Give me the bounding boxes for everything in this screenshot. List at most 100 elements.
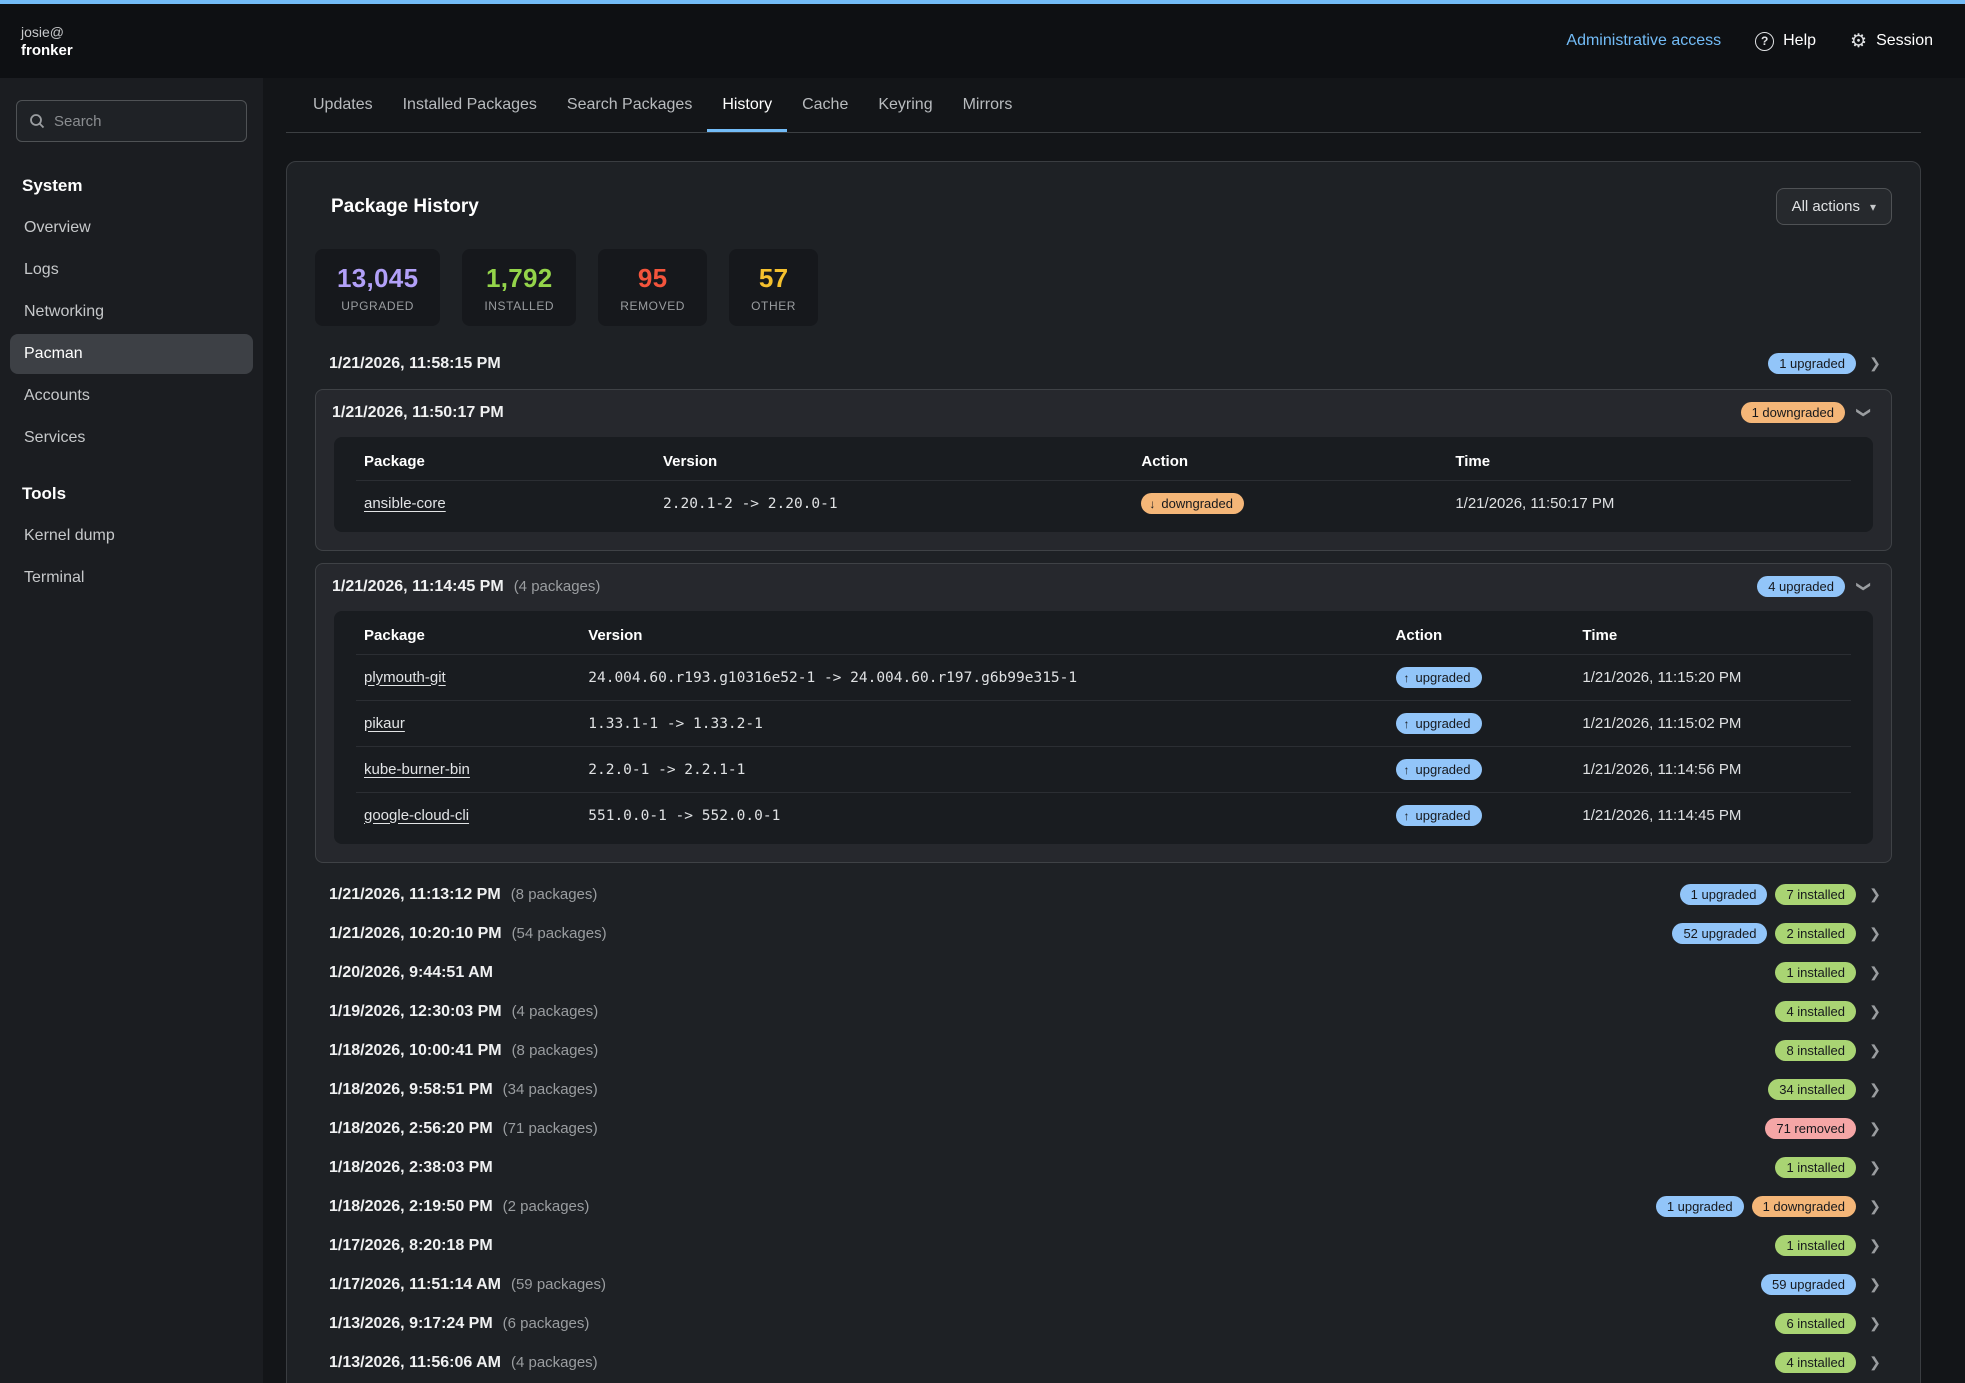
entry-right-group: 59 upgraded ❯: [1761, 1274, 1884, 1295]
history-entry-row[interactable]: 1/18/2026, 2:19:50 PM (2 packages) 1 upg…: [315, 1187, 1892, 1226]
tab-search-packages[interactable]: Search Packages: [552, 78, 707, 132]
history-entry-row[interactable]: 1/19/2026, 12:30:03 PM (4 packages) 4 in…: [315, 992, 1892, 1031]
sidebar-section: System Overview Logs Networking Pacman A…: [0, 164, 263, 458]
history-entry[interactable]: 1/13/2026, 11:56:06 AM (4 packages) 4 in…: [315, 1343, 1892, 1382]
history-entry-row[interactable]: 1/13/2026, 9:17:24 PM (6 packages) 6 ins…: [315, 1304, 1892, 1343]
history-entry[interactable]: 1/21/2026, 11:50:17 PM 1 downgraded ❯ Pa…: [315, 389, 1892, 551]
time-cell: 1/21/2026, 11:15:20 PM: [1574, 655, 1851, 701]
sidebar-item-terminal[interactable]: Terminal: [10, 558, 253, 598]
entry-right-group: 52 upgraded2 installed ❯: [1672, 923, 1884, 944]
main-area: Updates Installed Packages Search Packag…: [263, 78, 1965, 1383]
administrative-access-link[interactable]: Administrative access: [1566, 32, 1721, 50]
sidebar-item-accounts[interactable]: Accounts: [10, 376, 253, 416]
history-entry-row[interactable]: 1/17/2026, 8:20:18 PM 1 installed ❯: [315, 1226, 1892, 1265]
host-switcher[interactable]: josie@ fronker: [21, 24, 73, 59]
package-row: ansible-core2.20.1-2 -> 2.20.0-1↓downgra…: [356, 481, 1851, 527]
entry-package-count: (4 packages): [512, 1003, 599, 1020]
chevron-right-icon[interactable]: ❯: [1866, 1159, 1884, 1176]
action-badge-downgraded: ↓downgraded: [1141, 493, 1244, 514]
history-entry-row[interactable]: 1/17/2026, 11:51:14 AM (59 packages) 59 …: [315, 1265, 1892, 1304]
history-entry-row[interactable]: 1/13/2026, 11:56:06 AM (4 packages) 4 in…: [315, 1343, 1892, 1382]
entry-right-group: 4 upgraded ❯: [1757, 576, 1873, 597]
tab-updates[interactable]: Updates: [298, 78, 388, 132]
sidebar-item-services[interactable]: Services: [10, 418, 253, 458]
sidebar-item-label: Networking: [24, 303, 104, 320]
entry-package-count: (4 packages): [511, 1354, 598, 1371]
package-link[interactable]: ansible-core: [364, 495, 446, 512]
history-entry-row[interactable]: 1/21/2026, 11:13:12 PM (8 packages) 1 up…: [315, 875, 1892, 914]
tab-history[interactable]: History: [707, 78, 787, 132]
chevron-right-icon[interactable]: ❯: [1866, 1003, 1884, 1020]
sidebar-item-kernel-dump[interactable]: Kernel dump: [10, 516, 253, 556]
chevron-right-icon[interactable]: ❯: [1866, 1120, 1884, 1137]
entry-package-count: (6 packages): [503, 1315, 590, 1332]
chevron-down-icon[interactable]: ❯: [1856, 578, 1873, 596]
entry-timestamp: 1/17/2026, 11:51:14 AM: [329, 1276, 501, 1294]
chevron-right-icon[interactable]: ❯: [1866, 964, 1884, 981]
search-input[interactable]: [54, 113, 234, 130]
tab-cache[interactable]: Cache: [787, 78, 863, 132]
tab-mirrors[interactable]: Mirrors: [948, 78, 1028, 132]
all-actions-dropdown[interactable]: All actions ▾: [1776, 188, 1892, 225]
history-entry[interactable]: 1/21/2026, 10:20:10 PM (54 packages) 52 …: [315, 914, 1892, 953]
session-menu[interactable]: ⚙ Session: [1850, 32, 1933, 51]
package-cell: pikaur: [356, 701, 580, 747]
sidebar-section-heading: Tools: [0, 472, 263, 514]
version-cell: 1.33.1-1 -> 1.33.2-1: [580, 701, 1387, 747]
history-entry-row[interactable]: 1/21/2026, 11:14:45 PM (4 packages) 4 up…: [316, 564, 1891, 609]
chevron-right-icon[interactable]: ❯: [1866, 1081, 1884, 1098]
history-entry-row[interactable]: 1/18/2026, 2:56:20 PM (71 packages) 71 r…: [315, 1109, 1892, 1148]
history-entry[interactable]: 1/18/2026, 2:19:50 PM (2 packages) 1 upg…: [315, 1187, 1892, 1226]
history-entry[interactable]: 1/19/2026, 12:30:03 PM (4 packages) 4 in…: [315, 992, 1892, 1031]
chevron-right-icon[interactable]: ❯: [1866, 925, 1884, 942]
chevron-down-icon[interactable]: ❯: [1856, 404, 1873, 422]
chevron-right-icon[interactable]: ❯: [1866, 1354, 1884, 1371]
sidebar-item-networking[interactable]: Networking: [10, 292, 253, 332]
history-entry[interactable]: 1/21/2026, 11:13:12 PM (8 packages) 1 up…: [315, 875, 1892, 914]
chevron-right-icon[interactable]: ❯: [1866, 1276, 1884, 1293]
chevron-right-icon[interactable]: ❯: [1866, 1198, 1884, 1215]
entry-package-count: (4 packages): [514, 578, 601, 595]
history-entry[interactable]: 1/17/2026, 11:51:14 AM (59 packages) 59 …: [315, 1265, 1892, 1304]
history-entry-row[interactable]: 1/20/2026, 9:44:51 AM 1 installed ❯: [315, 953, 1892, 992]
chevron-right-icon[interactable]: ❯: [1866, 1042, 1884, 1059]
package-link[interactable]: pikaur: [364, 715, 405, 732]
chevron-right-icon[interactable]: ❯: [1866, 1237, 1884, 1254]
tab-keyring[interactable]: Keyring: [863, 78, 947, 132]
sidebar-search[interactable]: [16, 100, 247, 142]
sidebar-item-label: Pacman: [24, 345, 83, 362]
sidebar-item-pacman[interactable]: Pacman: [10, 334, 253, 374]
history-entry[interactable]: 1/18/2026, 2:56:20 PM (71 packages) 71 r…: [315, 1109, 1892, 1148]
sidebar-navigation: System Overview Logs Networking Pacman A…: [0, 164, 263, 598]
installed-count-badge: 6 installed: [1775, 1313, 1856, 1334]
entry-badges: 1 installed: [1775, 1235, 1856, 1256]
sidebar-item-label: Accounts: [24, 387, 90, 404]
history-entry-row[interactable]: 1/18/2026, 9:58:51 PM (34 packages) 34 i…: [315, 1070, 1892, 1109]
sidebar-item-overview[interactable]: Overview: [10, 208, 253, 248]
entry-package-count: (2 packages): [503, 1198, 590, 1215]
package-row: kube-burner-bin2.2.0-1 -> 2.2.1-1↑upgrad…: [356, 747, 1851, 793]
package-link[interactable]: google-cloud-cli: [364, 807, 469, 824]
package-link[interactable]: plymouth-git: [364, 669, 446, 686]
history-entry[interactable]: 1/18/2026, 10:00:41 PM (8 packages) 8 in…: [315, 1031, 1892, 1070]
history-entry-row[interactable]: 1/18/2026, 10:00:41 PM (8 packages) 8 in…: [315, 1031, 1892, 1070]
history-entry-row[interactable]: 1/21/2026, 11:58:15 PM 1 upgraded ❯: [315, 344, 1892, 383]
chevron-right-icon[interactable]: ❯: [1866, 886, 1884, 903]
sidebar-item-logs[interactable]: Logs: [10, 250, 253, 290]
history-entry[interactable]: 1/17/2026, 8:20:18 PM 1 installed ❯: [315, 1226, 1892, 1265]
history-entry[interactable]: 1/21/2026, 11:14:45 PM (4 packages) 4 up…: [315, 563, 1892, 863]
sidebar-section-heading: System: [0, 164, 263, 206]
history-entry[interactable]: 1/20/2026, 9:44:51 AM 1 installed ❯: [315, 953, 1892, 992]
history-entry[interactable]: 1/18/2026, 9:58:51 PM (34 packages) 34 i…: [315, 1070, 1892, 1109]
package-link[interactable]: kube-burner-bin: [364, 761, 470, 778]
chevron-right-icon[interactable]: ❯: [1866, 355, 1884, 372]
chevron-right-icon[interactable]: ❯: [1866, 1315, 1884, 1332]
help-menu[interactable]: ? Help: [1755, 32, 1816, 51]
history-entry[interactable]: 1/18/2026, 2:38:03 PM 1 installed ❯: [315, 1148, 1892, 1187]
history-entry[interactable]: 1/21/2026, 11:58:15 PM 1 upgraded ❯: [315, 344, 1892, 383]
history-entry-row[interactable]: 1/21/2026, 10:20:10 PM (54 packages) 52 …: [315, 914, 1892, 953]
history-entry-row[interactable]: 1/21/2026, 11:50:17 PM 1 downgraded ❯: [316, 390, 1891, 435]
tab-installed-packages[interactable]: Installed Packages: [388, 78, 552, 132]
history-entry-row[interactable]: 1/18/2026, 2:38:03 PM 1 installed ❯: [315, 1148, 1892, 1187]
history-entry[interactable]: 1/13/2026, 9:17:24 PM (6 packages) 6 ins…: [315, 1304, 1892, 1343]
